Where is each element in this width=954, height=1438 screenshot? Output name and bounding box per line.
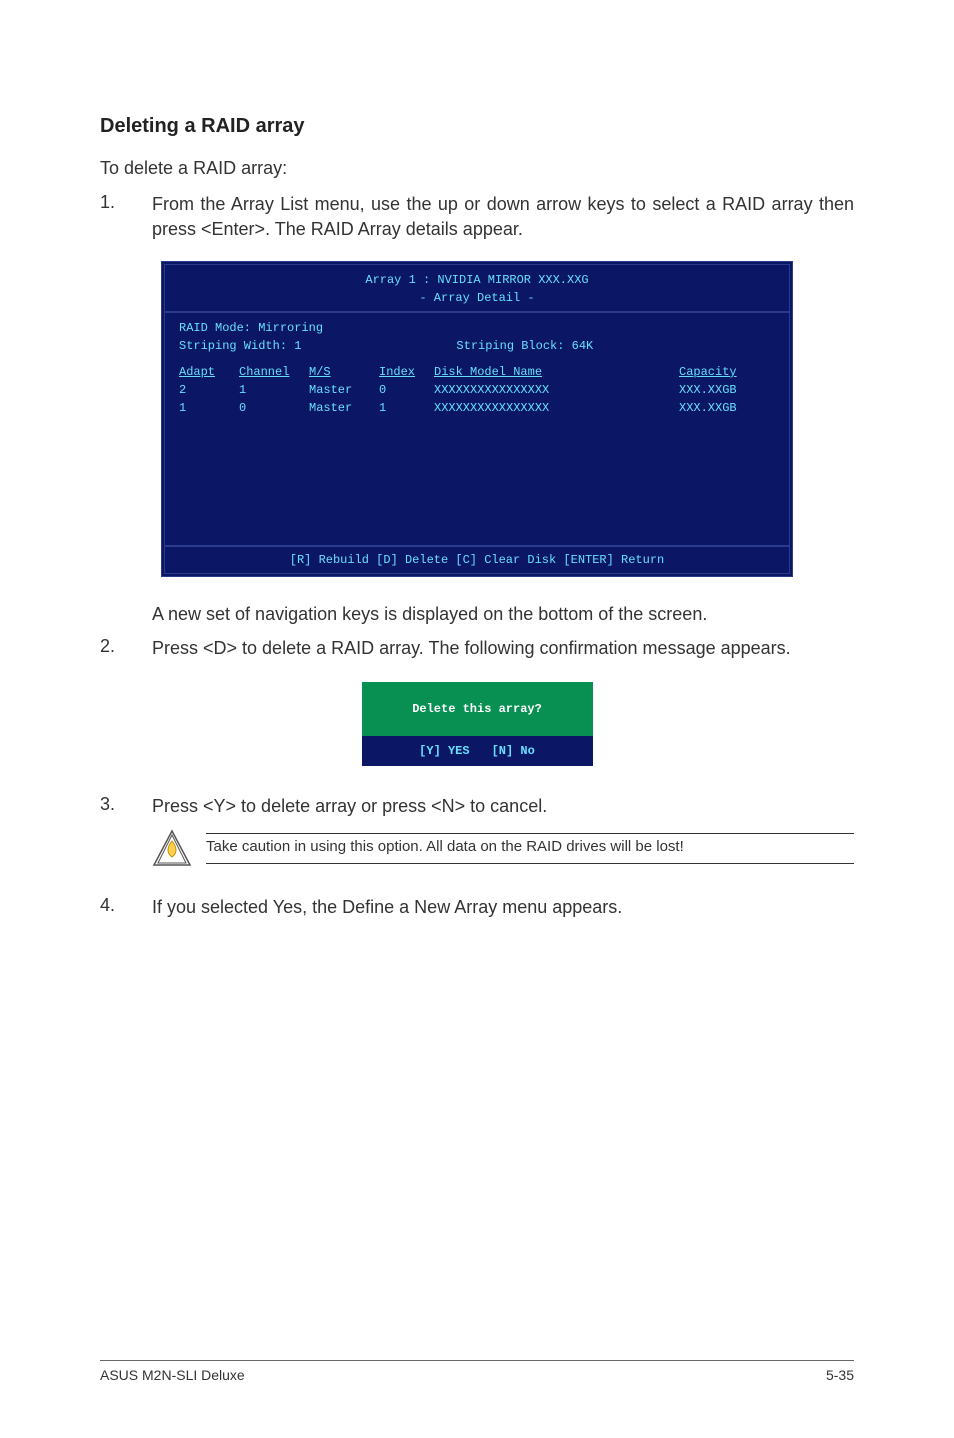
step-2: 2. Press <D> to delete a RAID array. The…: [100, 636, 854, 660]
footer-page-number: 5-35: [826, 1367, 854, 1383]
delete-array-dialog: Delete this array? [Y] YES [N] No: [362, 682, 593, 766]
step-text: From the Array List menu, use the up or …: [152, 192, 854, 241]
step-text: Press <Y> to delete array or press <N> t…: [152, 794, 854, 818]
caution-block: Take caution in using this option. All d…: [152, 829, 854, 871]
bios-title-line1: Array 1 : NVIDIA MIRROR XXX.XXG: [365, 273, 588, 287]
cell-channel: 0: [239, 401, 309, 415]
cell-adapt: 1: [179, 401, 239, 415]
col-ms: M/S: [309, 365, 379, 379]
dialog-buttons: [Y] YES [N] No: [362, 736, 593, 766]
cell-model: XXXXXXXXXXXXXXXX: [434, 383, 679, 397]
cell-ms: Master: [309, 383, 379, 397]
step-text: Press <D> to delete a RAID array. The fo…: [152, 636, 854, 660]
bios-array-detail-screen: Array 1 : NVIDIA MIRROR XXX.XXG - Array …: [161, 261, 793, 577]
footer-product: ASUS M2N-SLI Deluxe: [100, 1367, 245, 1383]
cell-model: XXXXXXXXXXXXXXXX: [434, 401, 679, 415]
caution-text-wrap: Take caution in using this option. All d…: [206, 829, 854, 868]
cell-channel: 1: [239, 383, 309, 397]
table-row: 1 0 Master 1 XXXXXXXXXXXXXXXX XXX.XXGB: [179, 397, 775, 415]
step-number: 1.: [100, 192, 152, 241]
col-cap: Capacity: [679, 365, 759, 379]
caution-triangle-icon: [152, 829, 192, 871]
col-model: Disk Model Name: [434, 365, 679, 379]
dialog-no: [N] No: [492, 744, 535, 758]
dialog-yes: [Y] YES: [419, 744, 469, 758]
cell-cap: XXX.XXGB: [679, 401, 759, 415]
bios-footer-keys: [R] Rebuild [D] Delete [C] Clear Disk [E…: [165, 547, 789, 573]
col-channel: Channel: [239, 365, 309, 379]
step-number: 4.: [100, 895, 152, 919]
section-heading: Deleting a RAID array: [100, 115, 854, 138]
raid-mode: RAID Mode: Mirroring: [179, 319, 775, 337]
striping-info: Striping Width: 1 Striping Block: 64K: [179, 337, 775, 355]
cell-index: 0: [379, 383, 434, 397]
cell-adapt: 2: [179, 383, 239, 397]
bios-table-header: Adapt Channel M/S Index Disk Model Name …: [179, 365, 775, 379]
step-text: If you selected Yes, the Define a New Ar…: [152, 895, 854, 919]
step-1: 1. From the Array List menu, use the up …: [100, 192, 854, 241]
cell-cap: XXX.XXGB: [679, 383, 759, 397]
cell-index: 1: [379, 401, 434, 415]
col-adapt: Adapt: [179, 365, 239, 379]
striping-width: Striping Width: 1: [179, 339, 301, 353]
dialog-question: Delete this array?: [362, 682, 593, 736]
page-footer: ASUS M2N-SLI Deluxe 5-35: [100, 1360, 854, 1383]
bios-body: RAID Mode: Mirroring Striping Width: 1 S…: [165, 313, 789, 545]
step-3: 3. Press <Y> to delete array or press <N…: [100, 794, 854, 818]
table-row: 2 1 Master 0 XXXXXXXXXXXXXXXX XXX.XXGB: [179, 379, 775, 397]
step-number: 2.: [100, 636, 152, 660]
col-index: Index: [379, 365, 434, 379]
step-number: 3.: [100, 794, 152, 818]
intro-text: To delete a RAID array:: [100, 156, 854, 180]
bios-header: Array 1 : NVIDIA MIRROR XXX.XXG - Array …: [165, 265, 789, 311]
bios-title-line2: - Array Detail -: [419, 291, 534, 305]
striping-block: Striping Block: 64K: [456, 339, 593, 353]
step-4: 4. If you selected Yes, the Define a New…: [100, 895, 854, 919]
step-text: A new set of navigation keys is displaye…: [152, 602, 854, 626]
cell-ms: Master: [309, 401, 379, 415]
caution-text: Take caution in using this option. All d…: [206, 838, 854, 859]
step-number-blank: [100, 602, 152, 626]
step-1-post: A new set of navigation keys is displaye…: [100, 602, 854, 626]
